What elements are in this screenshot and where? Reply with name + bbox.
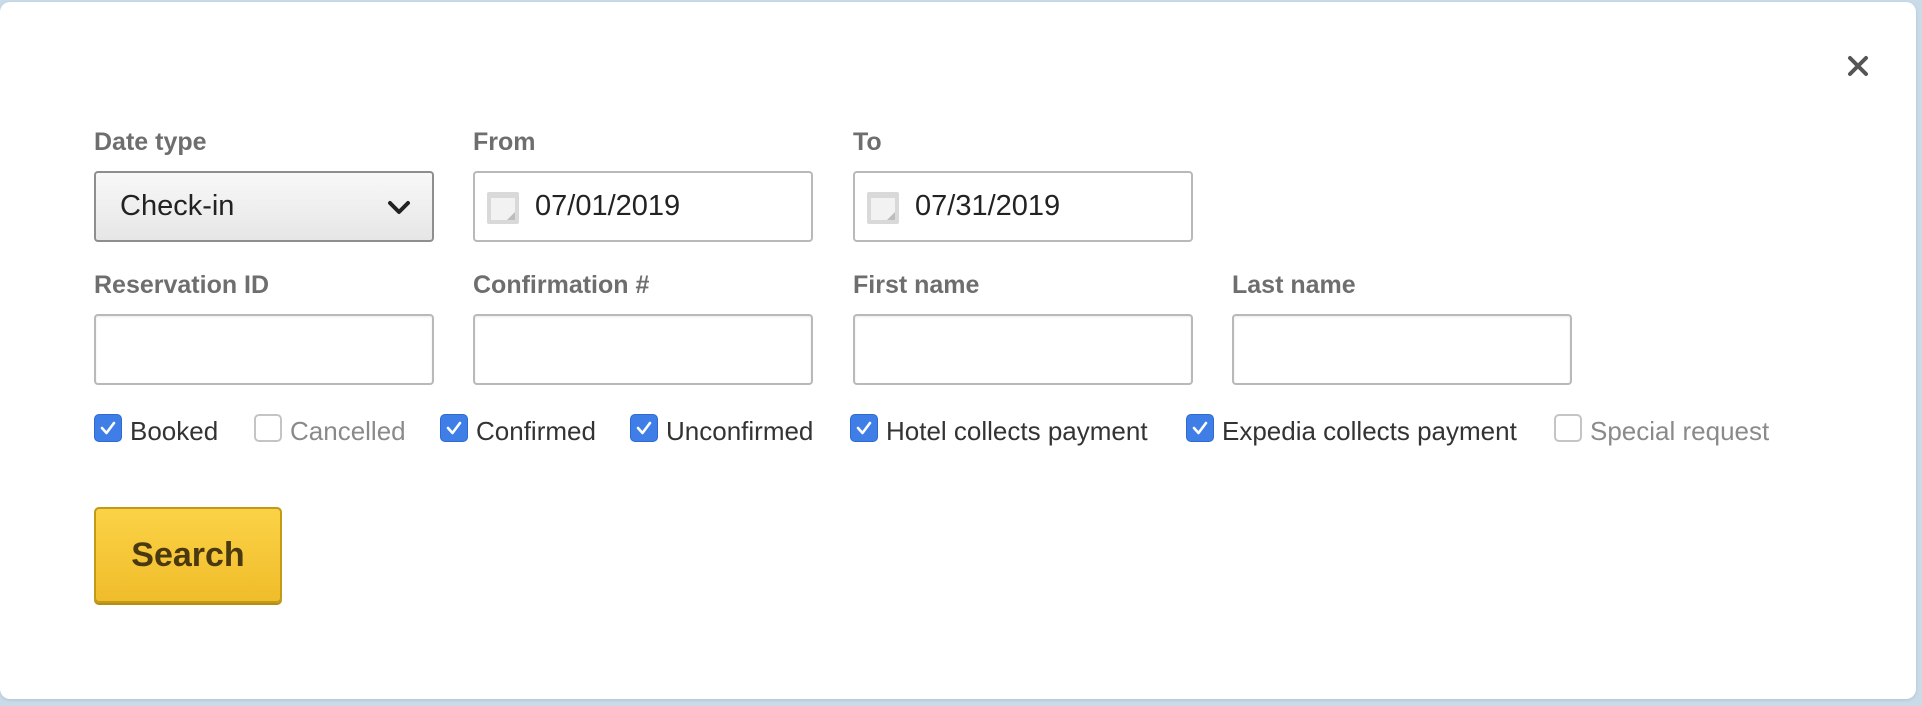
checkmark-icon [856, 421, 872, 435]
checkmark-icon [446, 421, 462, 435]
special-request-label: Special request [1590, 415, 1770, 446]
reservation-id-input[interactable] [94, 314, 434, 385]
search-button[interactable]: Search [94, 507, 282, 603]
expedia-collects-payment-checkbox[interactable]: Expedia collects payment [1186, 413, 1517, 446]
chevron-down-icon [388, 201, 410, 214]
first-name-input[interactable] [853, 314, 1193, 385]
checkbox-box[interactable] [254, 414, 282, 442]
from-label: From [473, 128, 536, 156]
date-type-label: Date type [94, 128, 207, 156]
checkbox-box[interactable] [850, 414, 878, 442]
checkmark-icon [100, 421, 116, 435]
to-label: To [853, 128, 882, 156]
hotel-collects-payment-label: Hotel collects payment [886, 415, 1148, 446]
close-icon[interactable] [1840, 48, 1876, 84]
checkbox-box[interactable] [1186, 414, 1214, 442]
calendar-icon [487, 192, 519, 224]
confirmation-number-label: Confirmation # [473, 271, 650, 299]
checkbox-box[interactable] [94, 414, 122, 442]
checkmark-icon [1192, 421, 1208, 435]
booked-label: Booked [130, 415, 219, 446]
to-date-value: 07/31/2019 [915, 190, 1061, 222]
calendar-icon [867, 192, 899, 224]
checkbox-box[interactable] [630, 414, 658, 442]
cancelled-checkbox[interactable]: Cancelled [254, 413, 406, 446]
hotel-collects-payment-checkbox[interactable]: Hotel collects payment [850, 413, 1148, 446]
unconfirmed-checkbox[interactable]: Unconfirmed [630, 413, 813, 446]
special-request-checkbox[interactable]: Special request [1554, 413, 1769, 446]
close-icon-glyph [1848, 56, 1868, 76]
from-date-input[interactable]: 07/01/2019 [473, 171, 813, 242]
from-date-value: 07/01/2019 [535, 190, 681, 222]
date-type-select[interactable]: Check-in [94, 171, 434, 242]
unconfirmed-label: Unconfirmed [666, 415, 814, 446]
checkbox-box[interactable] [440, 414, 468, 442]
last-name-label: Last name [1232, 271, 1356, 299]
checkbox-box[interactable] [1554, 414, 1582, 442]
confirmed-label: Confirmed [476, 415, 596, 446]
to-date-input[interactable]: 07/31/2019 [853, 171, 1193, 242]
last-name-input[interactable] [1232, 314, 1572, 385]
expedia-collects-payment-label: Expedia collects payment [1222, 415, 1517, 446]
booked-checkbox[interactable]: Booked [94, 413, 218, 446]
confirmed-checkbox[interactable]: Confirmed [440, 413, 596, 446]
first-name-label: First name [853, 271, 980, 299]
search-reservations-dialog: Date type Check-in From 07/01/2019 To 07… [0, 2, 1916, 699]
reservation-id-label: Reservation ID [94, 271, 270, 299]
cancelled-label: Cancelled [290, 415, 406, 446]
date-type-value: Check-in [120, 190, 235, 222]
checkmark-icon [636, 421, 652, 435]
confirmation-number-input[interactable] [473, 314, 813, 385]
